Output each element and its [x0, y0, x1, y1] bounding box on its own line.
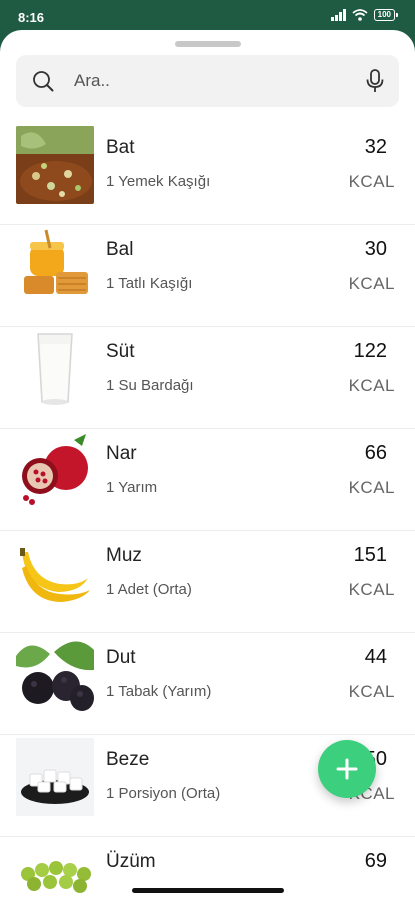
- food-name: Bat: [106, 137, 135, 158]
- food-image: [16, 330, 94, 408]
- food-portion: 1 Porsiyon (Orta): [106, 785, 221, 802]
- search-icon: [33, 71, 54, 92]
- signal-icon: [330, 9, 346, 21]
- food-kcal: 66: [364, 442, 387, 464]
- food-portion: 1 Yemek Kaşığı: [106, 173, 211, 190]
- search-input[interactable]: Ara..: [74, 71, 110, 91]
- food-name: Nar: [106, 443, 137, 464]
- food-kcal-unit: KCAL: [348, 478, 395, 497]
- food-portion: 1 Yarım: [106, 479, 158, 496]
- food-kcal-unit: KCAL: [348, 274, 395, 293]
- search-bar[interactable]: Ara..: [16, 55, 399, 107]
- food-image: [16, 432, 94, 510]
- food-portion: 1 Adet (Orta): [106, 581, 192, 598]
- status-icons: 100: [330, 9, 399, 21]
- food-kcal-unit: KCAL: [348, 682, 395, 701]
- food-image: [16, 738, 94, 816]
- food-image: [16, 636, 94, 714]
- food-item-bat[interactable]: Bat 1 Yemek Kaşığı 32 KCAL: [0, 123, 415, 225]
- food-kcal: 44: [364, 646, 387, 668]
- food-name: Dut: [106, 647, 136, 668]
- food-kcal: 32: [364, 136, 387, 158]
- food-kcal: 30: [364, 238, 387, 260]
- food-portion: 1 Tatlı Kaşığı: [106, 275, 193, 292]
- battery-icon: 100: [373, 9, 399, 21]
- food-item-nar[interactable]: Nar 1 Yarım 66 KCAL: [0, 429, 415, 531]
- wifi-icon: [352, 9, 368, 21]
- microphone-icon[interactable]: [365, 68, 385, 94]
- food-portion: 1 Tabak (Yarım): [106, 683, 212, 700]
- food-name: Üzüm: [106, 851, 156, 872]
- food-image: [16, 228, 94, 306]
- food-item-dut[interactable]: Dut 1 Tabak (Yarım) 44 KCAL: [0, 633, 415, 735]
- food-kcal: 122: [353, 340, 387, 362]
- status-bar: 8:16 100: [0, 0, 415, 32]
- food-image: [16, 840, 94, 900]
- food-kcal-unit: KCAL: [348, 580, 395, 599]
- food-image: [16, 534, 94, 612]
- food-item-bal[interactable]: Bal 1 Tatlı Kaşığı 30 KCAL: [0, 225, 415, 327]
- food-kcal-unit: KCAL: [348, 172, 395, 191]
- food-kcal-unit: KCAL: [348, 376, 395, 395]
- food-image: [16, 126, 94, 204]
- food-kcal: 151: [353, 544, 387, 566]
- food-name: Süt: [106, 341, 135, 362]
- food-portion: 1 Su Bardağı: [106, 377, 194, 394]
- home-indicator: [132, 888, 284, 893]
- food-name: Muz: [106, 545, 142, 566]
- food-item-sut[interactable]: Süt 1 Su Bardağı 122 KCAL: [0, 327, 415, 429]
- add-food-button[interactable]: [318, 740, 376, 798]
- food-name: Beze: [106, 749, 150, 770]
- food-item-muz[interactable]: Muz 1 Adet (Orta) 151 KCAL: [0, 531, 415, 633]
- sheet-grabber[interactable]: [175, 41, 241, 47]
- food-name: Bal: [106, 239, 134, 260]
- plus-icon: [336, 758, 358, 780]
- status-time: 8:16: [18, 10, 45, 25]
- food-kcal: 69: [364, 850, 387, 872]
